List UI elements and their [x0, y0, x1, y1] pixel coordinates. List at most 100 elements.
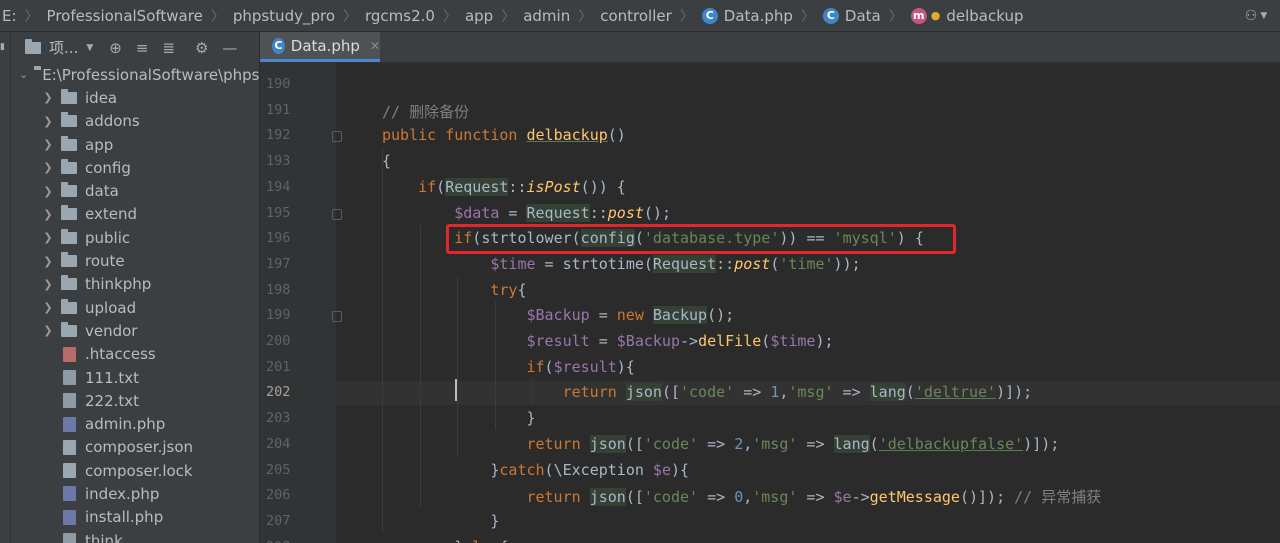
- chevron-right-icon[interactable]: ❯: [41, 161, 55, 174]
- code-token: ->: [680, 332, 699, 350]
- hide-icon[interactable]: —: [222, 39, 237, 57]
- tree-folder[interactable]: ❯ data: [11, 179, 259, 202]
- breadcrumb-item[interactable]: controller: [596, 7, 676, 25]
- tree-folder[interactable]: ❯ thinkphp: [11, 273, 259, 296]
- tree-file[interactable]: index.php: [11, 482, 259, 505]
- chevron-right-icon[interactable]: ❯: [41, 185, 55, 198]
- tab-data-php[interactable]: C Data.php ✕: [260, 32, 380, 62]
- code-token: (: [643, 254, 653, 273]
- line-number: 197: [266, 255, 291, 272]
- php-file-icon: [63, 509, 76, 525]
- chevron-right-icon[interactable]: ❯: [41, 91, 55, 104]
- folder-icon: [61, 112, 77, 128]
- fold-icon[interactable]: [332, 311, 342, 323]
- tree-file[interactable]: admin.php: [11, 412, 259, 435]
- code-token: (: [544, 460, 554, 479]
- chevron-right-icon[interactable]: ❯: [41, 138, 55, 151]
- tab-label: Data.php: [290, 36, 360, 55]
- tree-folder[interactable]: ❯ idea: [11, 86, 259, 109]
- json-file-icon: [63, 439, 76, 455]
- user-menu[interactable]: ⚇ ▼: [1232, 8, 1280, 24]
- breadcrumb-item[interactable]: app: [461, 7, 497, 25]
- code-token: =>: [734, 383, 771, 402]
- tree-file-label: install.php: [85, 508, 164, 527]
- tree-file[interactable]: composer.json: [11, 436, 259, 459]
- tree-file[interactable]: 222.txt: [11, 389, 259, 412]
- breadcrumb-item[interactable]: C Data: [819, 7, 885, 25]
- code-editor[interactable]: 190 191 192 193 194 195 196 197 198 199 200 201 202 2…: [260, 63, 1280, 543]
- line-number: 199: [266, 307, 291, 324]
- code-token: (: [761, 332, 771, 350]
- breadcrumb-item[interactable]: E:: [0, 7, 21, 25]
- breadcrumb-item[interactable]: C Data.php: [698, 7, 797, 25]
- breadcrumb-item[interactable]: m ● delbackup: [907, 7, 1028, 25]
- code-token: json: [589, 488, 626, 507]
- tree-folder[interactable]: ❯ addons: [11, 110, 259, 133]
- tree-folder[interactable]: ❯ extend: [11, 203, 259, 226]
- collapse-all-icon[interactable]: ≣: [162, 39, 175, 57]
- chevron-right-icon[interactable]: ❯: [41, 255, 55, 268]
- tree-file-label: 111.txt: [85, 368, 140, 387]
- code-line: // 删除备份: [382, 101, 469, 122]
- tree-folder-label: data: [85, 182, 119, 201]
- fold-icon[interactable]: [332, 208, 342, 220]
- code-token: Request: [652, 254, 717, 273]
- code-token: if: [418, 177, 437, 196]
- tree-file[interactable]: think: [11, 529, 259, 543]
- tree-folder[interactable]: ❯ upload: [11, 296, 259, 319]
- tree-folder[interactable]: ❯ app: [11, 133, 259, 156]
- code-token: ()]);: [959, 488, 1015, 507]
- line-number: 198: [266, 281, 291, 298]
- breadcrumb-item[interactable]: admin: [519, 7, 574, 25]
- code-token: 'deltrue': [914, 383, 997, 402]
- tree-folder-label: vendor: [85, 321, 138, 340]
- chevron-down-icon[interactable]: ⌄: [19, 68, 28, 81]
- project-tool-window-button[interactable]: ▮: [0, 42, 9, 72]
- code-token: 'msg': [752, 434, 798, 453]
- chevron-right-icon[interactable]: ❯: [41, 115, 55, 128]
- breadcrumb-separator-icon: 〉: [578, 8, 593, 25]
- code-token: =>: [698, 434, 735, 453]
- user-icon: ⚇: [1244, 7, 1258, 24]
- chevron-right-icon[interactable]: ❯: [41, 278, 55, 291]
- chevron-right-icon[interactable]: ❯: [41, 231, 55, 244]
- breadcrumb-item[interactable]: ProfessionalSoftware: [43, 7, 207, 25]
- line-number: 204: [266, 435, 291, 452]
- tree-file[interactable]: .htaccess: [11, 343, 259, 366]
- expand-all-icon[interactable]: ≡: [136, 39, 149, 57]
- tree-folder-label: addons: [85, 112, 140, 131]
- breadcrumb-separator-icon: 〉: [343, 8, 357, 25]
- chevron-down-icon[interactable]: ▼: [86, 43, 93, 53]
- breadcrumb-separator-icon: 〉: [888, 8, 903, 25]
- breadcrumb-label: Data.php: [723, 6, 793, 25]
- code-token: json: [625, 383, 662, 402]
- chevron-right-icon[interactable]: ❯: [41, 324, 55, 337]
- project-view-selector[interactable]: 项...: [49, 37, 78, 58]
- tree-file[interactable]: 111.txt: [11, 366, 259, 389]
- fold-icon[interactable]: [332, 131, 342, 143]
- tree-folder[interactable]: ❯ route: [11, 249, 259, 272]
- tree-root-folder[interactable]: ⌄ E:\ProfessionalSoftware\phps: [11, 63, 259, 86]
- text-file-icon: [63, 533, 76, 543]
- tree-folder[interactable]: ❯ config: [11, 156, 259, 179]
- code-token: json: [589, 434, 626, 453]
- tree-folder[interactable]: ❯ vendor: [11, 319, 259, 342]
- tree-folder[interactable]: ❯ public: [11, 226, 259, 249]
- chevron-right-icon[interactable]: ❯: [41, 208, 55, 221]
- tree-file[interactable]: composer.lock: [11, 459, 259, 482]
- code-line: return json(['code' => 0,'msg' => $e->ge…: [526, 486, 1101, 507]
- tree-file[interactable]: install.php: [11, 506, 259, 529]
- breadcrumb-item[interactable]: phpstudy_pro: [229, 7, 339, 25]
- breadcrumb-item[interactable]: rgcms2.0: [361, 7, 439, 25]
- line-number: 201: [266, 358, 291, 375]
- close-icon[interactable]: ✕: [370, 39, 380, 53]
- chevron-right-icon[interactable]: ❯: [41, 301, 55, 314]
- tree-file-label: 222.txt: [85, 391, 140, 410]
- gear-icon[interactable]: ⚙: [195, 39, 208, 57]
- locate-icon[interactable]: ⊕: [109, 39, 122, 57]
- code-token: =: [589, 332, 617, 350]
- code-token: 'msg': [752, 488, 798, 507]
- navigation-bar: E: 〉 ProfessionalSoftware 〉 phpstudy_pro 〉 rgc…: [0, 0, 1280, 32]
- code-token: =>: [797, 488, 834, 507]
